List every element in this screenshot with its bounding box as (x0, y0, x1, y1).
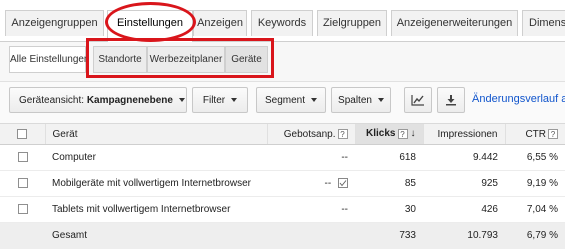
total-label-cell: Gesamt (45, 222, 267, 249)
total-bid-cell (267, 222, 355, 249)
device-name-cell: Tablets mit vollwertigem Internetbrowser (45, 196, 267, 223)
total-ctr-cell: 6,79 % (505, 222, 565, 249)
tab-einstellungen[interactable]: Einstellungen (107, 10, 193, 43)
tab-anzeigenerweiterungen[interactable]: Anzeigenerweiterungen (391, 10, 518, 36)
chevron-down-icon (178, 98, 185, 103)
bid-adjustment-value: -- (324, 178, 332, 189)
column-header-impressions[interactable]: Impressionen (422, 123, 505, 145)
device-view-dropdown[interactable]: Geräteansicht: Kampagnenebene (9, 87, 187, 113)
impressions-cell: 925 (423, 170, 505, 197)
columns-button[interactable]: Spalten (331, 87, 391, 113)
settings-subtab-bar: Alle Einstellungen Standorte Werbezeitpl… (0, 42, 565, 82)
clicks-cell: 30 (355, 196, 423, 223)
subtab-alle-einstellungen[interactable]: Alle Einstellungen (9, 46, 90, 73)
subtab-standorte[interactable]: Standorte (93, 46, 147, 73)
column-header-clicks[interactable]: Klicks? ↓ (354, 123, 423, 145)
line-chart-icon (411, 95, 424, 106)
bid-adjustment-cell[interactable]: -- (267, 144, 355, 171)
table-row-computer: Computer -- 618 9.442 6,55 % (0, 144, 565, 171)
clicks-cell: 85 (355, 170, 423, 197)
device-view-value: Kampagnenebene (86, 95, 173, 106)
segment-label: Segment (264, 95, 306, 106)
row-checkbox[interactable] (17, 204, 28, 215)
device-stats-table: Gerät Gebotsanp.? Klicks? ↓ Impressionen … (0, 123, 565, 249)
tab-zielgruppen[interactable]: Zielgruppen (317, 10, 387, 36)
row-select-cell (0, 196, 45, 223)
ctr-cell: 7,04 % (505, 196, 565, 223)
subtab-werbezeitplaner[interactable]: Werbezeitplaner (147, 46, 225, 73)
subtab-geraete[interactable]: Geräte (225, 46, 268, 73)
row-select-cell (0, 170, 45, 197)
table-row-mobile: Mobilgeräte mit vollwertigem Internetbro… (0, 170, 565, 197)
filter-label: Filter (202, 95, 226, 106)
ctr-cell: 6,55 % (505, 144, 565, 171)
chart-toggle-button[interactable] (404, 87, 432, 113)
bid-adjustment-cell[interactable]: -- (267, 170, 355, 197)
edit-bid-icon[interactable] (338, 178, 348, 189)
table-header-row: Gerät Gebotsanp.? Klicks? ↓ Impressionen … (0, 123, 565, 145)
chevron-down-icon (377, 98, 384, 103)
row-checkbox[interactable] (17, 178, 28, 189)
download-button[interactable] (437, 87, 465, 113)
column-header-ctr-label: CTR (525, 128, 546, 140)
filter-button[interactable]: Filter (192, 87, 248, 113)
total-spacer-cell (0, 222, 45, 249)
column-header-ctr[interactable]: CTR? (504, 123, 565, 145)
device-name-cell: Computer (45, 144, 267, 171)
column-header-clicks-label: Klicks (366, 128, 396, 140)
change-history-link[interactable]: Änderungsverlauf anz (472, 87, 565, 113)
column-header-device-label: Gerät (52, 128, 78, 140)
table-total-row: Gesamt 733 10.793 6,79 % (0, 222, 565, 249)
main-tab-bar: Anzeigengruppen Einstellungen Anzeigen K… (0, 0, 565, 43)
column-header-bid-label: Gebotsanp. (283, 128, 336, 140)
select-all-checkbox[interactable] (17, 128, 28, 139)
sort-descending-icon: ↓ (410, 128, 416, 140)
help-icon[interactable]: ? (548, 128, 558, 139)
columns-label: Spalten (338, 95, 372, 106)
tab-anzeigengruppen[interactable]: Anzeigengruppen (5, 10, 104, 36)
tab-keywords[interactable]: Keywords (251, 10, 313, 36)
table-toolbar: Geräteansicht: Kampagnenebene Filter Seg… (0, 82, 565, 120)
column-header-device[interactable]: Gerät (44, 123, 267, 145)
total-impressions-cell: 10.793 (423, 222, 505, 249)
tab-dimensionen[interactable]: Dimensi (522, 10, 565, 36)
chevron-down-icon (311, 98, 318, 103)
row-checkbox[interactable] (17, 152, 28, 163)
tab-anzeigen[interactable]: Anzeigen (193, 10, 247, 36)
impressions-cell: 426 (423, 196, 505, 223)
chevron-down-icon (231, 98, 238, 103)
impressions-cell: 9.442 (423, 144, 505, 171)
segment-button[interactable]: Segment (256, 87, 326, 113)
table-row-tablet: Tablets mit vollwertigem Internetbrowser… (0, 196, 565, 223)
help-icon[interactable]: ? (397, 128, 408, 139)
row-select-cell (0, 144, 45, 171)
select-all-cell (0, 123, 45, 145)
ctr-cell: 9,19 % (505, 170, 565, 197)
total-clicks-cell: 733 (355, 222, 423, 249)
clicks-cell: 618 (355, 144, 423, 171)
device-name-cell: Mobilgeräte mit vollwertigem Internetbro… (45, 170, 267, 197)
device-view-prefix: Geräteansicht: (19, 95, 85, 106)
help-icon[interactable]: ? (337, 128, 348, 139)
column-header-bid-adjustment[interactable]: Gebotsanp.? (266, 123, 355, 145)
column-header-impressions-label: Impressionen (437, 128, 498, 140)
bid-adjustment-cell[interactable]: -- (267, 196, 355, 223)
download-icon (446, 95, 456, 106)
